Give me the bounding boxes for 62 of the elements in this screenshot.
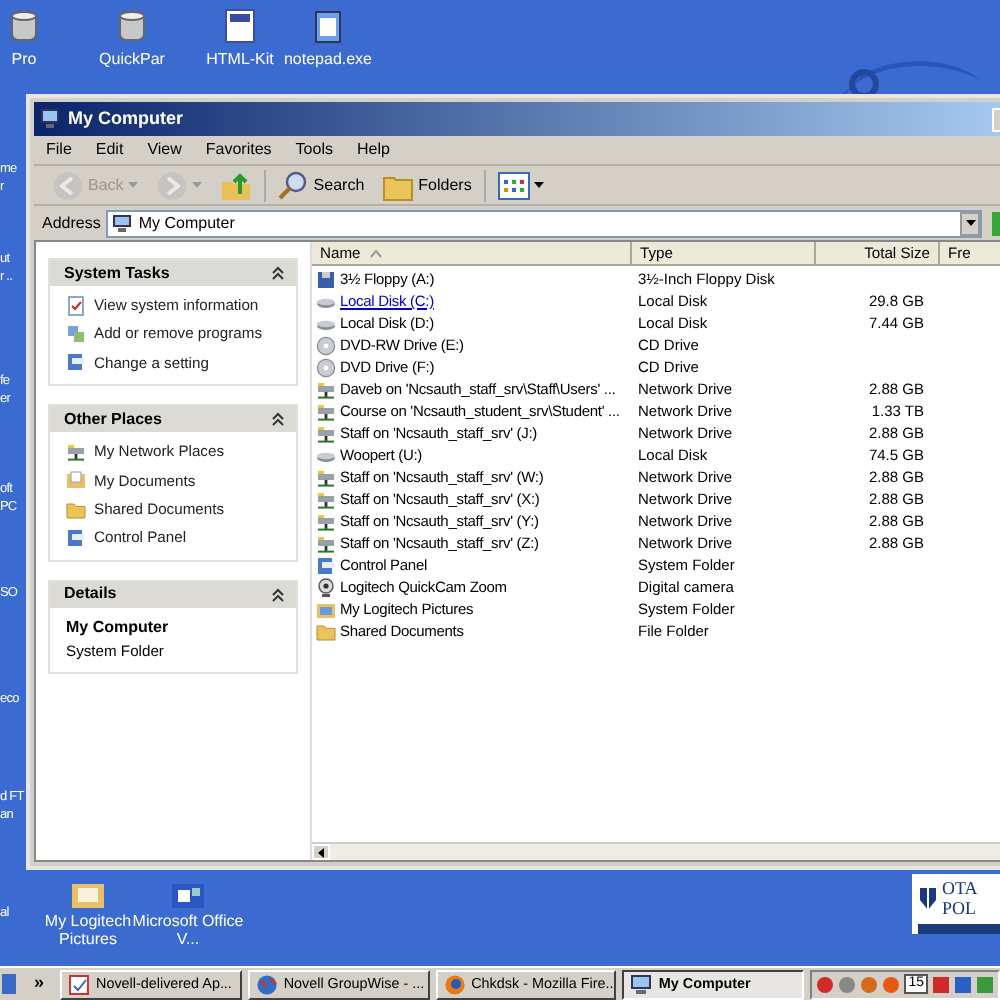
- folders-button[interactable]: Folders: [376, 167, 478, 203]
- icon-label: Pro: [9, 50, 39, 68]
- search-icon: [277, 169, 310, 201]
- address-field[interactable]: My Computer: [106, 209, 982, 237]
- caret-icon: [191, 181, 202, 189]
- crest-icon: [918, 884, 938, 912]
- icon-label: Microsoft Office V...: [132, 912, 244, 948]
- cd-drive-icon: [316, 335, 336, 355]
- document-check-icon: [66, 295, 86, 316]
- logo-text: OTA: [942, 878, 978, 898]
- control-panel-icon: [316, 555, 336, 575]
- up-folder-icon: [219, 169, 252, 201]
- logo-bar: [918, 924, 1000, 934]
- network-drive-icon: [316, 467, 336, 487]
- menu-item[interactable]: Edit: [83, 138, 136, 162]
- details-title: My Computer: [66, 615, 171, 640]
- horizontal-scrollbar[interactable]: [312, 842, 1000, 860]
- chevron-icon[interactable]: [272, 266, 284, 280]
- panel-header[interactable]: Details: [50, 581, 296, 608]
- network-drive-icon: [66, 441, 86, 462]
- network-drive-icon: [316, 401, 336, 421]
- chevron-icon[interactable]: [272, 587, 284, 602]
- views-grid-icon: [497, 169, 530, 201]
- window-title: My Computer: [68, 105, 184, 132]
- network-drive-icon: [316, 533, 336, 553]
- folder-icon: [316, 621, 336, 641]
- control-panel-icon: [66, 352, 86, 373]
- menu-item[interactable]: Favorites: [193, 138, 284, 162]
- computer-icon: [40, 108, 60, 130]
- menu-item[interactable]: File: [34, 138, 84, 162]
- caret-icon: [127, 181, 138, 189]
- globe-icon: [255, 973, 278, 995]
- caret-icon: [533, 181, 544, 189]
- computer-icon: [630, 973, 653, 995]
- menu-item[interactable]: Tools: [283, 138, 345, 162]
- network-drive-icon: [316, 489, 336, 509]
- icon-label: QuickPar: [97, 50, 167, 68]
- control-panel-icon: [66, 528, 86, 549]
- menu-item[interactable]: Help: [344, 138, 402, 162]
- scroll-left-button[interactable]: [312, 844, 330, 860]
- quick-launch-icon[interactable]: [2, 972, 18, 996]
- folder-icon: [66, 499, 86, 520]
- logo-text: POL: [942, 898, 978, 918]
- search-button[interactable]: Search: [271, 167, 371, 203]
- network-drive-icon: [316, 379, 336, 399]
- network-drive-icon: [316, 423, 336, 443]
- overflow-button[interactable]: »: [24, 970, 55, 998]
- programs-icon: [66, 324, 86, 345]
- picture-folder-icon: [316, 599, 336, 619]
- computer-icon: [112, 213, 133, 233]
- chevron-icon[interactable]: [272, 412, 284, 427]
- network-drive-icon: [316, 511, 336, 531]
- documents-folder-icon: [66, 470, 86, 491]
- document-icon[interactable]: [220, 8, 260, 44]
- address-label: Address: [42, 211, 101, 235]
- browser-icon: [443, 973, 466, 995]
- webcam-icon: [316, 577, 336, 597]
- cd-drive-icon: [316, 357, 336, 377]
- panel-header[interactable]: Other Places: [50, 406, 296, 433]
- panel-header[interactable]: System Tasks: [50, 260, 296, 286]
- menu-item[interactable]: View: [135, 138, 194, 162]
- application-icon: [68, 973, 91, 995]
